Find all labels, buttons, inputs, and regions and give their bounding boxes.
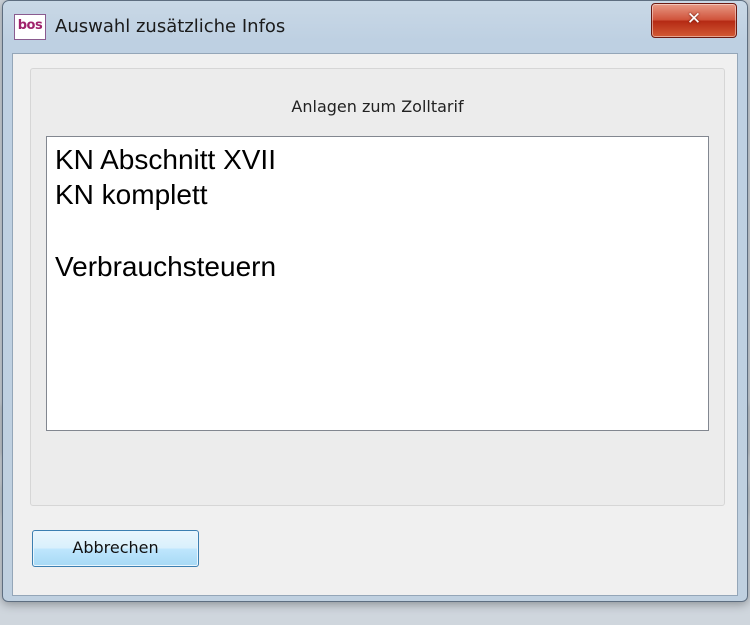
title-bar[interactable]: bos Auswahl zusätzliche Infos ✕	[3, 1, 747, 53]
attachments-listbox[interactable]: KN Abschnitt XVII KN komplett Verbrauchs…	[46, 136, 709, 431]
list-item[interactable]: KN Abschnitt XVII	[55, 144, 276, 176]
attachments-group: Anlagen zum Zolltarif KN Abschnitt XVII …	[30, 68, 725, 506]
cancel-button[interactable]: Abbrechen	[32, 530, 199, 567]
close-button[interactable]: ✕	[651, 3, 737, 38]
app-logo-icon: bos	[14, 14, 46, 40]
dialog-window: bos Auswahl zusätzliche Infos ✕ Anlagen …	[2, 0, 748, 602]
list-item[interactable]: KN komplett	[55, 179, 208, 211]
dialog-client-area: Anlagen zum Zolltarif KN Abschnitt XVII …	[12, 53, 738, 596]
list-item[interactable]: Verbrauchsteuern	[55, 251, 276, 283]
window-title: Auswahl zusätzliche Infos	[55, 16, 286, 37]
group-label: Anlagen zum Zolltarif	[291, 97, 464, 116]
